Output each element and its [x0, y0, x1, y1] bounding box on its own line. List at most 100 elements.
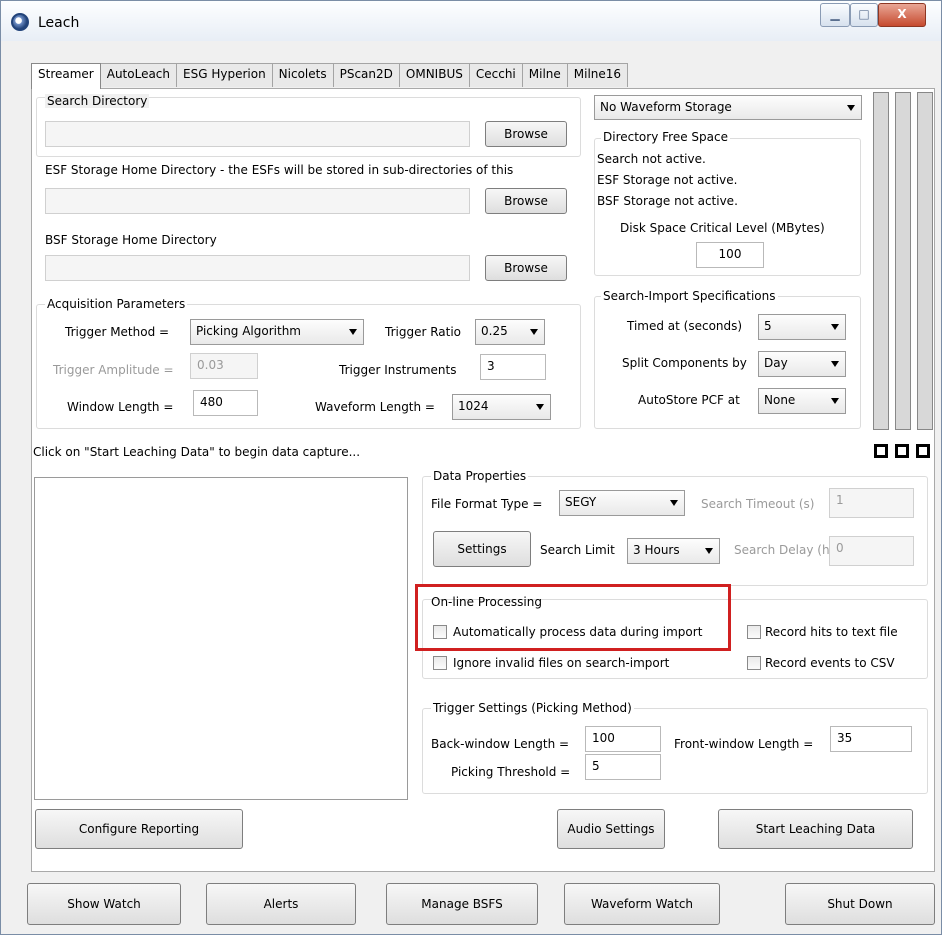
minimize-button[interactable]: ▁: [820, 3, 850, 27]
split-value: Day: [764, 356, 788, 370]
file-format-value: SEGY: [565, 495, 597, 509]
search-timeout-field[interactable]: 1: [829, 488, 914, 518]
tab-pscan2d[interactable]: PScan2D: [332, 63, 400, 87]
bsf-directory-label: BSF Storage Home Directory: [45, 233, 217, 247]
search-directory-field[interactable]: [45, 121, 470, 147]
waveform-length-value: 1024: [458, 399, 489, 413]
data-properties-title: Data Properties: [431, 469, 529, 483]
trigger-method-value: Picking Algorithm: [196, 324, 301, 338]
chevron-down-icon: [831, 324, 839, 330]
esf-browse-button[interactable]: Browse: [485, 188, 567, 214]
split-label: Split Components by: [622, 356, 747, 370]
record-events-checkbox[interactable]: [747, 656, 761, 670]
search-browse-button[interactable]: Browse: [485, 121, 567, 147]
chevron-down-icon: [847, 105, 855, 111]
window-length-field[interactable]: 480: [193, 390, 258, 416]
meter-toggle-2[interactable]: [895, 444, 909, 458]
trigger-instruments-field[interactable]: 3: [480, 354, 546, 380]
configure-reporting-button[interactable]: Configure Reporting: [35, 809, 243, 849]
autostore-value: None: [764, 393, 796, 407]
record-hits-label: Record hits to text file: [765, 625, 898, 639]
timed-value: 5: [764, 319, 772, 333]
waveform-storage-select[interactable]: No Waveform Storage: [594, 95, 862, 120]
acquisition-title: Acquisition Parameters: [45, 297, 188, 311]
bsf-directory-field[interactable]: [45, 255, 470, 281]
trigger-amplitude-label: Trigger Amplitude =: [53, 363, 174, 377]
search-limit-select[interactable]: 3 Hours: [627, 538, 720, 564]
chevron-down-icon: [530, 329, 538, 335]
level-meter-1: [873, 92, 889, 430]
meter-toggle-1[interactable]: [874, 444, 888, 458]
file-format-label: File Format Type =: [431, 497, 543, 511]
window-length-label: Window Length =: [67, 400, 174, 414]
esf-directory-label: ESF Storage Home Directory - the ESFs wi…: [45, 163, 514, 177]
shut-down-button[interactable]: Shut Down: [785, 883, 935, 925]
tab-streamer[interactable]: Streamer: [31, 63, 101, 89]
search-limit-value: 3 Hours: [633, 543, 680, 557]
search-delay-field[interactable]: 0: [829, 536, 914, 566]
settings-button[interactable]: Settings: [433, 531, 531, 567]
front-window-field[interactable]: 35: [830, 726, 912, 752]
audio-settings-button[interactable]: Audio Settings: [557, 809, 665, 849]
critical-level-label: Disk Space Critical Level (MBytes): [620, 221, 825, 235]
autostore-label: AutoStore PCF at: [638, 393, 740, 407]
trigger-method-select[interactable]: Picking Algorithm: [190, 319, 364, 345]
title-bar: Leach ▁ □ X: [1, 1, 941, 41]
level-meter-3: [917, 92, 933, 430]
critical-level-field[interactable]: 100: [696, 242, 764, 268]
log-area[interactable]: [34, 477, 408, 800]
timed-select[interactable]: 5: [758, 314, 846, 340]
trigger-settings-title: Trigger Settings (Picking Method): [431, 701, 634, 715]
app-icon: [11, 13, 29, 31]
tab-omnibus[interactable]: OMNIBUS: [398, 63, 470, 87]
back-window-label: Back-window Length =: [431, 737, 570, 751]
record-hits-checkbox[interactable]: [747, 625, 761, 639]
trigger-ratio-select[interactable]: 0.25: [475, 319, 545, 345]
tab-cecchi[interactable]: Cecchi: [468, 63, 523, 87]
esf-status: ESF Storage not active.: [597, 173, 738, 187]
split-select[interactable]: Day: [758, 351, 846, 377]
chevron-down-icon: [349, 329, 357, 335]
picking-threshold-label: Picking Threshold =: [451, 765, 571, 779]
tab-milne16[interactable]: Milne16: [566, 63, 629, 87]
search-limit-label: Search Limit: [540, 543, 615, 557]
chevron-down-icon: [536, 404, 544, 410]
picking-threshold-field[interactable]: 5: [585, 754, 661, 780]
search-status: Search not active.: [597, 152, 706, 166]
leach-window: Leach ▁ □ X Streamer AutoLeach ESG Hyper…: [0, 0, 942, 935]
front-window-label: Front-window Length =: [674, 737, 814, 751]
chevron-down-icon: [831, 361, 839, 367]
close-button[interactable]: X: [878, 3, 926, 27]
tab-bar: Streamer AutoLeach ESG Hyperion Nicolets…: [31, 63, 629, 89]
maximize-button[interactable]: □: [850, 3, 878, 27]
bsf-status: BSF Storage not active.: [597, 194, 738, 208]
tab-nicolets[interactable]: Nicolets: [271, 63, 334, 87]
trigger-method-label: Trigger Method =: [65, 325, 170, 339]
esf-directory-field[interactable]: [45, 188, 470, 214]
tab-milne[interactable]: Milne: [521, 63, 568, 87]
search-directory-label: Search Directory: [45, 94, 150, 108]
back-window-field[interactable]: 100: [585, 726, 661, 752]
autostore-select[interactable]: None: [758, 388, 846, 414]
trigger-ratio-value: 0.25: [481, 324, 508, 338]
timed-label: Timed at (seconds): [627, 319, 743, 333]
alerts-button[interactable]: Alerts: [206, 883, 356, 925]
file-format-select[interactable]: SEGY: [559, 490, 685, 516]
show-watch-button[interactable]: Show Watch: [27, 883, 181, 925]
ignore-invalid-checkbox[interactable]: [433, 656, 447, 670]
bsf-browse-button[interactable]: Browse: [485, 255, 567, 281]
tab-autoleach[interactable]: AutoLeach: [99, 63, 178, 87]
chevron-down-icon: [670, 500, 678, 506]
trigger-amplitude-field[interactable]: 0.03: [190, 353, 258, 379]
search-import-title: Search-Import Specifications: [601, 289, 778, 303]
manage-bsfs-button[interactable]: Manage BSFS: [386, 883, 538, 925]
chevron-down-icon: [831, 398, 839, 404]
waveform-length-label: Waveform Length =: [315, 400, 435, 414]
waveform-watch-button[interactable]: Waveform Watch: [564, 883, 720, 925]
waveform-length-select[interactable]: 1024: [452, 394, 551, 420]
chevron-down-icon: [705, 548, 713, 554]
tab-esg-hyperion[interactable]: ESG Hyperion: [176, 63, 273, 87]
meter-toggle-3[interactable]: [916, 444, 930, 458]
start-leaching-button[interactable]: Start Leaching Data: [718, 809, 913, 849]
highlight-box: [415, 584, 731, 651]
